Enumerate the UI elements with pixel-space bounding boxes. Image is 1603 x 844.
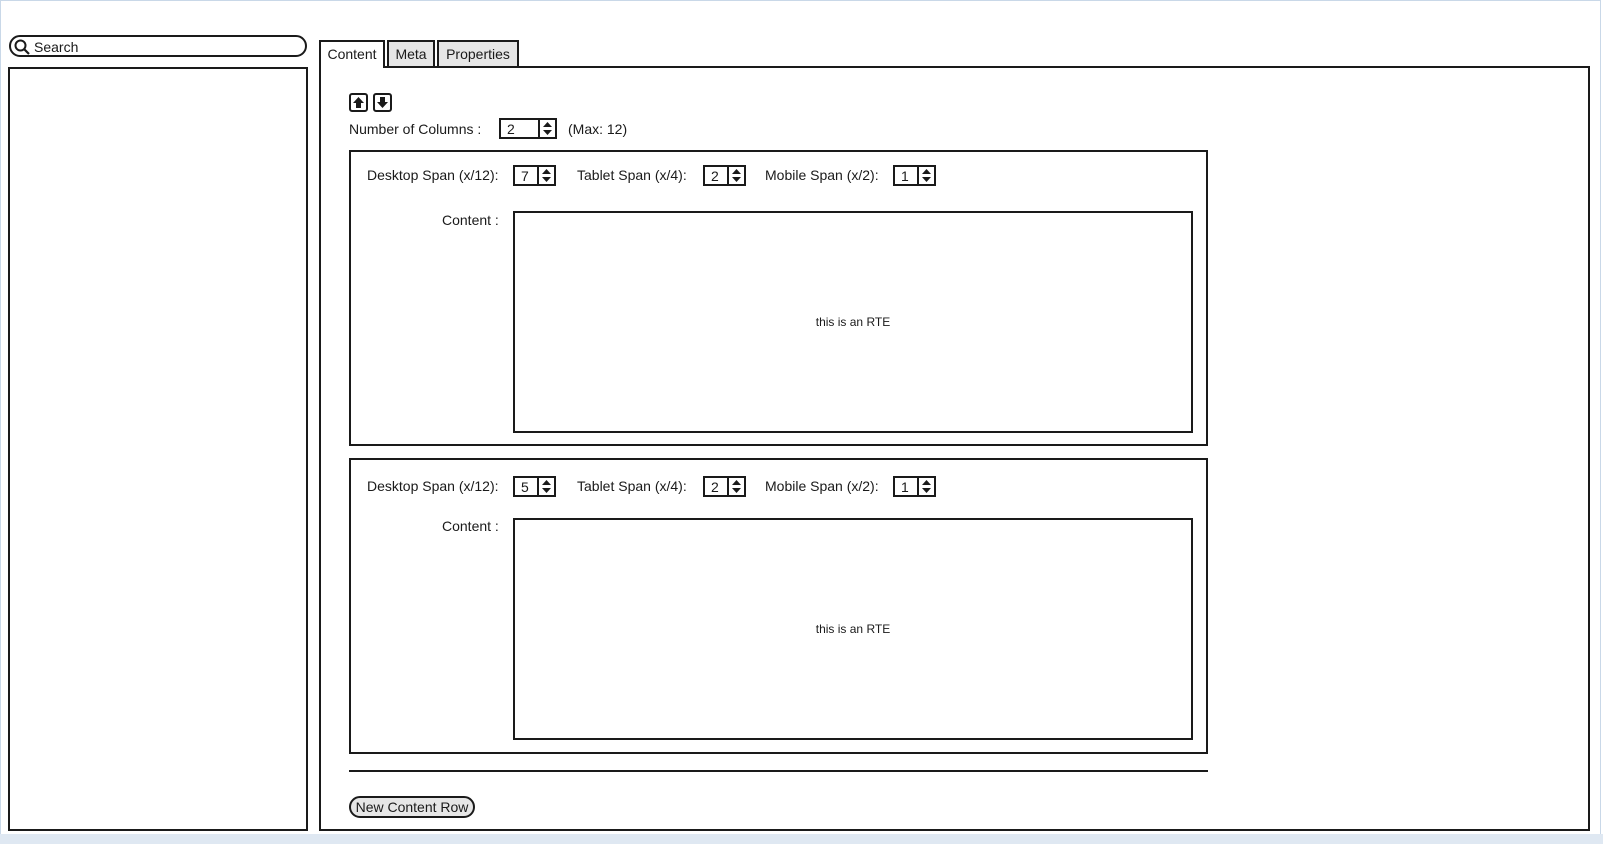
window-bottom-bar — [0, 834, 1603, 844]
sidebar-tree[interactable] — [8, 67, 308, 831]
tab-meta[interactable]: Meta — [387, 40, 435, 67]
spinner-arrows-icon[interactable] — [727, 478, 744, 495]
rte-text: this is an RTE — [815, 315, 891, 329]
rich-text-editor[interactable]: this is an RTE — [513, 211, 1193, 433]
mobile-span-value: 1 — [901, 479, 909, 495]
rich-text-editor[interactable]: this is an RTE — [513, 518, 1193, 740]
move-up-button[interactable] — [349, 93, 368, 112]
tablet-span-value: 2 — [711, 168, 719, 184]
tab-properties-label: Properties — [446, 46, 510, 62]
desktop-span-stepper[interactable]: 5 — [513, 476, 556, 497]
spinner-arrows-icon[interactable] — [917, 478, 934, 495]
columns-value: 2 — [507, 121, 515, 137]
mobile-span-stepper[interactable]: 1 — [893, 476, 936, 497]
tab-meta-label: Meta — [395, 46, 427, 62]
search-input[interactable]: Search — [9, 35, 307, 57]
divider — [349, 770, 1208, 772]
rte-text: this is an RTE — [815, 622, 891, 636]
tablet-span-value: 2 — [711, 479, 719, 495]
tab-content-label: Content — [327, 46, 377, 62]
tablet-span-stepper[interactable]: 2 — [703, 476, 746, 497]
desktop-span-label: Desktop Span (x/12): — [367, 478, 499, 494]
arrow-down-icon — [377, 97, 388, 108]
content-label: Content : — [442, 212, 499, 228]
mobile-span-label: Mobile Span (x/2): — [765, 478, 879, 494]
columns-max-note: (Max: 12) — [568, 121, 628, 137]
columns-stepper[interactable]: 2 — [499, 118, 557, 139]
new-content-row-button[interactable]: New Content Row — [349, 796, 475, 818]
mobile-span-stepper[interactable]: 1 — [893, 165, 936, 186]
spinner-arrows-icon[interactable] — [537, 167, 554, 184]
content-label: Content : — [442, 518, 499, 534]
search-icon — [14, 39, 30, 55]
spinner-arrows-icon[interactable] — [537, 478, 554, 495]
mobile-span-label: Mobile Span (x/2): — [765, 167, 879, 183]
tab-content[interactable]: Content — [319, 40, 385, 68]
desktop-span-value: 7 — [521, 168, 529, 184]
spinner-arrows-icon[interactable] — [727, 167, 744, 184]
desktop-span-label: Desktop Span (x/12): — [367, 167, 499, 183]
columns-label: Number of Columns : — [349, 121, 482, 137]
move-down-button[interactable] — [373, 93, 392, 112]
search-placeholder: Search — [34, 39, 79, 55]
desktop-span-stepper[interactable]: 7 — [513, 165, 556, 186]
arrow-up-icon — [353, 97, 364, 108]
desktop-span-value: 5 — [521, 479, 529, 495]
tablet-span-label: Tablet Span (x/4): — [577, 167, 687, 183]
tablet-span-stepper[interactable]: 2 — [703, 165, 746, 186]
tab-properties[interactable]: Properties — [437, 40, 519, 67]
tablet-span-label: Tablet Span (x/4): — [577, 478, 687, 494]
mobile-span-value: 1 — [901, 168, 909, 184]
spinner-arrows-icon[interactable] — [538, 120, 555, 137]
spinner-arrows-icon[interactable] — [917, 167, 934, 184]
